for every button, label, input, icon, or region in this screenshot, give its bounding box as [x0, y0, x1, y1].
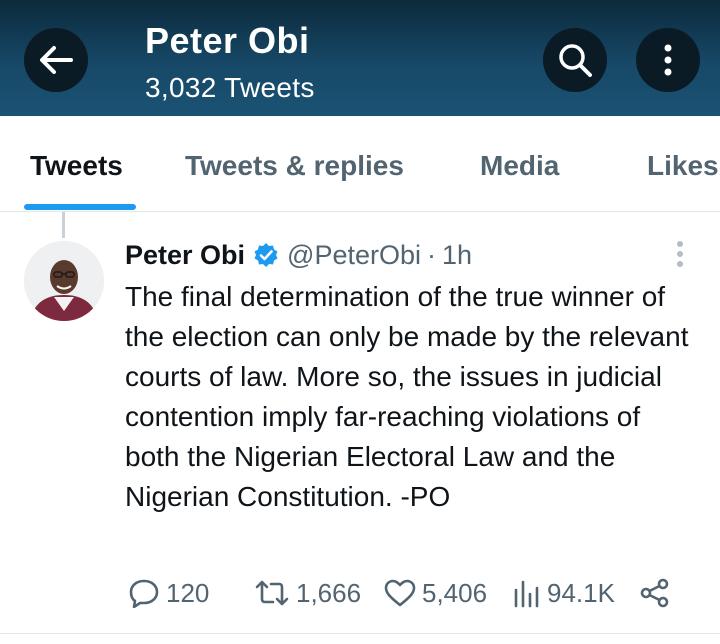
reply-icon [129, 579, 159, 608]
retweet-count: 1,666 [296, 577, 362, 608]
tab-media[interactable]: Media [480, 150, 559, 182]
view-count: 94.1K [547, 577, 615, 608]
share-icon [640, 578, 669, 608]
analytics-icon [514, 580, 539, 608]
active-tab-indicator [24, 204, 136, 210]
tab-tweets-and-replies[interactable]: Tweets & replies [185, 150, 404, 182]
like-button[interactable]: 5,406 [384, 576, 487, 610]
profile-name-title: Peter Obi [145, 20, 310, 61]
back-button[interactable] [24, 28, 88, 92]
tweet-author-handle[interactable]: @PeterObi [287, 240, 421, 271]
profile-tabs: Tweets Tweets & replies Media Likes [0, 116, 720, 212]
tab-tweets[interactable]: Tweets [30, 150, 123, 182]
more-options-button[interactable] [636, 28, 700, 92]
separator-dot: · [427, 239, 437, 270]
tweet-author-name[interactable]: Peter Obi [125, 240, 245, 271]
reply-button[interactable]: 120 [128, 576, 209, 610]
retweet-button[interactable]: 1,666 [254, 576, 361, 610]
profile-header: Peter Obi 3,032 Tweets [0, 0, 720, 116]
reply-count: 120 [166, 577, 210, 608]
verified-badge-icon [254, 243, 278, 267]
avatar[interactable] [24, 241, 104, 321]
views-button[interactable]: 94.1K [513, 576, 615, 610]
retweet-icon [255, 580, 289, 606]
thread-line [62, 212, 65, 238]
more-vertical-icon [664, 44, 672, 76]
tweet-header: Peter Obi @PeterObi · 1h [125, 238, 472, 272]
tab-likes[interactable]: Likes [647, 150, 719, 182]
tweet-count: 3,032 Tweets [145, 72, 315, 103]
tweet-text: The final determination of the true winn… [125, 281, 689, 512]
share-button[interactable] [640, 576, 670, 610]
search-icon [559, 44, 592, 77]
arrow-left-icon [40, 46, 73, 74]
tweet-more-button[interactable] [670, 240, 690, 268]
more-vertical-icon [677, 241, 683, 267]
like-count: 5,406 [422, 577, 488, 608]
heart-icon [384, 579, 416, 607]
divider [0, 633, 720, 634]
tweet-timestamp[interactable]: 1h [442, 240, 472, 271]
search-button[interactable] [543, 28, 607, 92]
